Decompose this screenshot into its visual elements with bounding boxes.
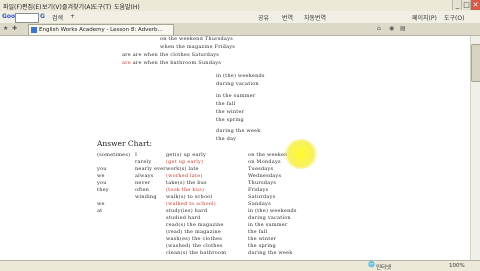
highlight-cursor (284, 139, 318, 169)
google-search-icon[interactable]: G (40, 13, 45, 20)
toolbar-add[interactable]: + (70, 13, 75, 20)
worksheet-line: in (the) weekends (216, 73, 265, 79)
answer-cell: we (97, 201, 105, 207)
answer-cell: (walked to school) (166, 201, 216, 207)
answer-cell: Sundays (248, 201, 271, 207)
toolbar-share[interactable]: 공유 (258, 13, 269, 22)
answer-cell: Saturdays (248, 194, 276, 200)
worksheet-red-word: are (122, 60, 131, 66)
answer-cell: Thursdays (248, 180, 277, 186)
menu-tools[interactable]: 도구(T) (92, 2, 111, 11)
answer-cell: winding (135, 194, 157, 200)
worksheet-line: during the week (216, 128, 261, 134)
menu-edit[interactable]: 편집(E) (22, 2, 42, 11)
globe-icon: 🌐 (368, 262, 375, 268)
worksheet-line: are are when the bathroom Sundays (122, 60, 222, 66)
answer-cell: on Mondays (248, 159, 281, 165)
answer-cell: (washed) the clothes (166, 243, 223, 249)
status-bar: 🌐 인터넷 100% (0, 260, 480, 271)
rss-icon[interactable]: ◉ (389, 25, 394, 32)
answer-cell: (get up early) (166, 159, 204, 165)
page-menu[interactable]: 페이지(P) (412, 13, 437, 22)
tab-title: English Works Academy - Lesson 8: Adverb… (39, 27, 163, 33)
browser-tab[interactable]: English Works Academy - Lesson 8: Adverb… (28, 24, 174, 35)
answer-cell: never (135, 180, 151, 186)
print-icon[interactable]: ▤ (400, 25, 406, 32)
page-favicon-icon (31, 26, 37, 33)
answer-cell: (read) the magazine (166, 229, 221, 235)
worksheet-line: the fall (216, 101, 236, 107)
answer-cell: we (97, 173, 105, 179)
menu-favorites[interactable]: 즐겨찾기(A) (62, 2, 93, 11)
answer-cell: get(s) up early (166, 152, 206, 158)
worksheet-line: in the summer (216, 93, 256, 99)
answer-cell: take(s) the bus (166, 180, 207, 186)
answer-cell: (took the bus) (166, 187, 205, 193)
answer-cell: nearly ever (135, 166, 166, 172)
answer-cell: study(ies) hard (166, 208, 208, 214)
answer-chart-heading: Answer Chart: (97, 139, 153, 148)
worksheet-line: the day (216, 136, 237, 142)
menu-view[interactable]: 보기(V) (42, 2, 62, 11)
answer-cell: work(s) late (166, 166, 199, 172)
answer-cell: they (97, 187, 109, 193)
answer-cell: I (135, 152, 138, 158)
answer-cell: the fall (248, 229, 268, 235)
worksheet-line: on the weekend Thursdays (160, 36, 233, 42)
menu-file[interactable]: 파일(F) (3, 2, 22, 11)
tools-menu[interactable]: 도구(O) (444, 13, 464, 22)
toolbar-translate[interactable]: 번역 (282, 13, 293, 22)
page-content: on the weekend Thursdays when the magazi… (0, 36, 470, 260)
answer-cell: walk(s) to school (166, 194, 213, 200)
worksheet-line: the spring (216, 117, 244, 123)
answer-cell: in the summer (248, 222, 288, 228)
answer-cell: the spring (248, 243, 276, 249)
favorites-star-icon[interactable]: ★ (3, 25, 8, 32)
answer-cell: Tuesdays (248, 166, 274, 172)
answer-cell: Wednesdays (248, 173, 282, 179)
answer-cell: wash(es) the clothes (166, 236, 223, 242)
add-favorite-icon[interactable]: ✚ (12, 25, 17, 32)
google-search-input[interactable] (15, 13, 39, 23)
menu-help[interactable]: 도움말(H) (114, 2, 140, 11)
answer-cell: the winter (248, 236, 277, 242)
toolbar-auto-translate[interactable]: 자동번역 (304, 13, 326, 22)
home-icon[interactable]: ⌂ (377, 25, 381, 32)
answer-cell: in (the) weekends (248, 208, 297, 214)
answer-cell: rarely (135, 159, 152, 165)
answer-cell: clean(s) the bathroom (166, 250, 227, 256)
answer-cell: you (97, 180, 107, 186)
answer-cell: you (97, 166, 107, 172)
answer-cell: often (135, 187, 150, 193)
answer-cell: Fridays (248, 187, 269, 193)
worksheet-line: during vacation (216, 81, 259, 87)
answer-cell: always (135, 173, 154, 179)
answer-cell: during vacation (248, 215, 291, 221)
toolbar-search[interactable]: 검색 (52, 13, 63, 22)
answer-cell: studied hard (166, 215, 201, 221)
answer-cell: read(s) the magazine (166, 222, 224, 228)
answer-cell: (worked late) (166, 173, 203, 179)
worksheet-line: are are when the clothes Saturdays (122, 52, 220, 58)
answer-cell: at (97, 208, 103, 214)
zoom-level[interactable]: 100% (449, 263, 465, 269)
answer-cell: (sometimes) (97, 152, 131, 158)
answer-cell: during the week (248, 250, 293, 256)
scrollbar-thumb[interactable] (471, 44, 480, 82)
worksheet-line: the winter (216, 109, 245, 115)
close-button[interactable]: ✕ (470, 0, 480, 10)
worksheet-line: when the magazine Fridays (160, 44, 235, 50)
